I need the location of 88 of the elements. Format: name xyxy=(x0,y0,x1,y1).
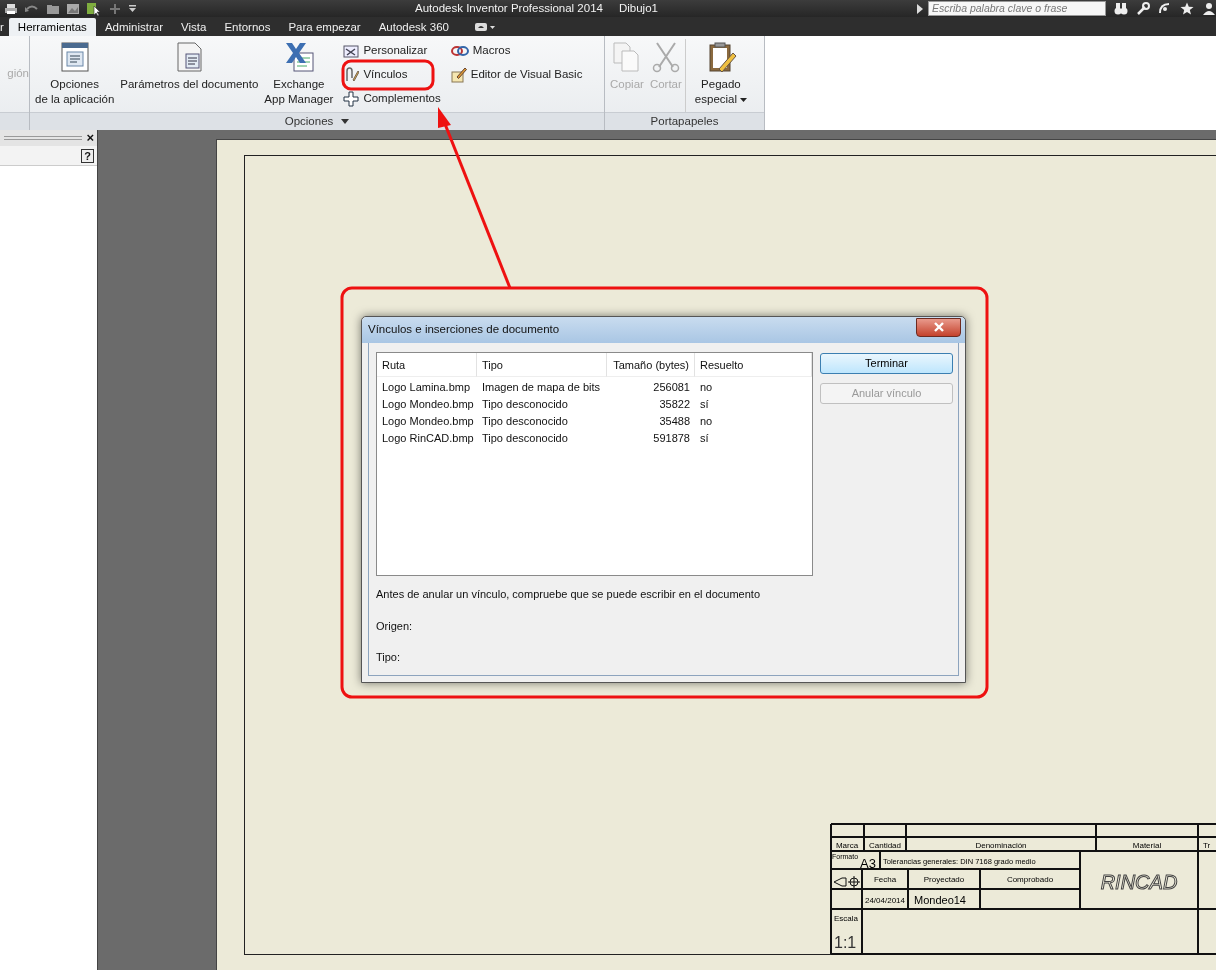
table-cell-text: 256081 xyxy=(652,380,691,395)
table-cell-text: Logo Mondeo.bmp xyxy=(381,397,475,412)
table-cell-text: Tipo desconocido xyxy=(481,431,569,446)
designer-value: Mondeo14 xyxy=(914,894,966,906)
table-cell-text: sí xyxy=(699,397,710,412)
search-field[interactable]: Escriba palabra clave o frase xyxy=(928,1,1106,16)
caret-icon xyxy=(341,119,350,124)
column-header[interactable]: Tamaño (bytes) xyxy=(607,353,695,377)
scale-value: 1:1 xyxy=(834,934,857,951)
ribbon-tab[interactable]: Herramientas xyxy=(8,18,96,36)
table-cell-text: no xyxy=(699,380,714,395)
scissors-icon xyxy=(650,41,681,73)
ribbon-button[interactable]: Complementos xyxy=(340,87,444,111)
chain-icon xyxy=(450,43,469,59)
column-header[interactable]: Ruta xyxy=(377,353,477,377)
table-cell-text: Imagen de mapa de bits xyxy=(481,380,602,395)
field-label: Origen: xyxy=(376,618,414,634)
binoculars-icon[interactable] xyxy=(1114,2,1128,15)
column-header: Cantidad xyxy=(869,841,901,850)
format-value: A3 xyxy=(860,856,876,871)
ribbon-button[interactable]: Exchange App Manager xyxy=(261,39,337,109)
ribbon-button[interactable]: Opciones de la aplicación xyxy=(32,39,118,109)
table-cell-text: 591878 xyxy=(652,431,691,446)
expand-arrow-icon[interactable] xyxy=(916,2,924,15)
window-icon xyxy=(58,41,91,73)
column-header[interactable]: Tipo xyxy=(477,353,607,377)
ribbon-tab[interactable]: Entornos xyxy=(215,18,280,36)
column-header: Material xyxy=(1132,841,1162,850)
satellite-icon[interactable] xyxy=(1158,2,1172,15)
ribbon-tab[interactable]: r xyxy=(0,18,9,36)
close-button[interactable] xyxy=(916,317,961,337)
warning-text: Antes de anular un vínculo, compruebe que se puede escribir en el documento xyxy=(376,587,762,602)
column-header: Denominación xyxy=(975,841,1027,850)
table-cell-text: Tipo desconocido xyxy=(481,397,569,412)
paperclip-pencil-icon xyxy=(343,67,360,83)
panel-menu-button[interactable]: Opciones xyxy=(284,112,350,131)
copy-icon xyxy=(611,41,642,73)
window-title: Autodesk Inventor Professional 2014 xyxy=(415,0,603,16)
select-icon[interactable] xyxy=(86,1,102,16)
column-header: Marca xyxy=(835,841,859,850)
help-button[interactable]: ? xyxy=(81,148,94,163)
ribbon-button[interactable]: Macros xyxy=(447,39,586,63)
close-button[interactable]: × xyxy=(86,132,94,144)
editor-icon xyxy=(450,67,467,83)
column-header: Tr xyxy=(1203,841,1211,850)
table-cell-text: 35822 xyxy=(658,397,691,412)
table-cell-text: 35488 xyxy=(658,414,691,429)
star-icon[interactable] xyxy=(1180,2,1194,15)
ribbon-button[interactable]: Personalizar xyxy=(340,39,444,63)
toolbox-icon xyxy=(343,43,360,59)
field-label: Escala xyxy=(834,914,858,923)
ribbon-button[interactable]: Vínculos xyxy=(340,63,444,87)
image-icon[interactable] xyxy=(66,2,80,15)
printer-icon[interactable] xyxy=(4,2,18,15)
ribbon-button[interactable]: Editor de Visual Basic xyxy=(447,63,586,87)
cloud-menu-icon[interactable] xyxy=(474,22,496,32)
table-cell-text: Tipo desconocido xyxy=(481,414,569,429)
plus-icon[interactable] xyxy=(108,2,122,15)
table-cell-text: Logo RinCAD.bmp xyxy=(381,431,475,446)
field-label: Tipo: xyxy=(376,650,402,665)
field-label: Comprobado xyxy=(1006,875,1054,884)
ribbon-button[interactable]: Parámetros del documento xyxy=(117,39,262,94)
table-cell-text: sí xyxy=(699,431,710,446)
field-label: Proyectado xyxy=(923,875,965,884)
ribbon-tab[interactable]: Vista xyxy=(172,18,216,36)
ribbon-tab[interactable]: Para empezar xyxy=(279,18,370,36)
column-header[interactable]: Resuelto xyxy=(695,353,812,377)
close-icon xyxy=(932,322,945,332)
table-cell-text: no xyxy=(699,414,714,429)
user-icon[interactable] xyxy=(1202,2,1216,15)
field-label: Fecha xyxy=(873,875,897,884)
dialog-title: Vínculos e inserciones de documento xyxy=(368,322,561,338)
company-logo: RINCAD xyxy=(1100,871,1178,893)
button-label: gión xyxy=(7,66,29,82)
table-cell-text: Logo Lamina.bmp xyxy=(381,380,472,395)
panel-title: Portapapeles xyxy=(650,113,719,129)
caret-icon[interactable] xyxy=(128,2,137,15)
wrench-icon[interactable] xyxy=(1136,2,1150,15)
ribbon-button[interactable]: Pegado especial xyxy=(691,39,751,109)
document-name: Dibujo1 xyxy=(618,0,658,16)
plus-icon xyxy=(343,91,360,107)
caret-icon xyxy=(740,97,748,102)
finish-button[interactable]: Terminar xyxy=(820,353,953,374)
ribbon-tab[interactable]: Administrar xyxy=(95,18,173,36)
ribbon-tab[interactable]: Autodesk 360 xyxy=(369,18,458,36)
date-value: 24/04/2014 xyxy=(865,896,905,905)
folder-icon[interactable] xyxy=(46,2,60,15)
table-cell-text: Logo Mondeo.bmp xyxy=(381,414,475,429)
